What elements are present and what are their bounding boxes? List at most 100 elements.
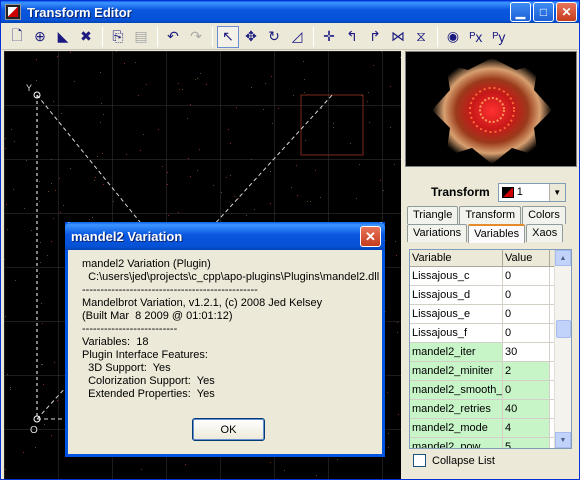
tab-xaos[interactable]: Xaos [526,224,564,242]
rotate-left-icon[interactable]: ↰ [341,26,363,48]
noise-dot [55,190,56,191]
tab-colors[interactable]: Colors [522,206,566,224]
variable-value[interactable]: 5 [503,438,550,448]
noise-dot [54,362,55,363]
noise-dot [297,195,298,196]
noise-dot [398,414,399,415]
transform-select[interactable]: 1 ▼ [497,182,566,202]
rotate-icon[interactable]: ↻ [263,26,285,48]
dialog-title-bar[interactable]: mandel2 Variation ✕ [65,222,385,250]
center-icon[interactable]: ✛ [318,26,340,48]
variable-value[interactable]: 0 [503,267,550,285]
noise-dot [39,181,40,182]
transform-swatch-icon [501,186,514,198]
noise-dot [53,218,54,219]
minimize-button[interactable]: ▁ [510,2,531,22]
noise-dot [293,95,294,96]
table-row[interactable]: Lissajous_f 0 [410,324,571,343]
table-row[interactable]: mandel2_retries 40 [410,400,571,419]
noise-dot [228,129,229,130]
collapse-list-checkbox[interactable] [413,454,426,467]
scroll-down-icon[interactable]: ▼ [555,432,571,448]
close-button[interactable]: ✕ [556,2,577,22]
table-row[interactable]: Lissajous_e 0 [410,305,571,324]
table-row[interactable]: mandel2_miniter 2 [410,362,571,381]
tab-variations[interactable]: Variations [407,224,468,242]
noise-dot [179,89,180,90]
noise-dot [390,86,391,87]
scroll-up-icon[interactable]: ▲ [555,250,571,266]
noise-dot [368,92,369,93]
tab-triangle[interactable]: Triangle [407,206,459,224]
select-arrow-icon[interactable]: ↖ [217,25,239,48]
noise-dot [271,76,272,77]
scale-icon[interactable]: ◿ [286,26,308,48]
variable-name: mandel2_pow [410,438,503,448]
table-row[interactable]: Lissajous_d 0 [410,286,571,305]
copy-icon[interactable]: ⎘ [107,26,129,48]
flip-horizontal-icon[interactable]: ⋈ [387,26,409,48]
noise-dot [143,134,144,135]
noise-dot [263,109,264,110]
table-row[interactable]: mandel2_iter 30 [410,343,571,362]
variable-value[interactable]: 0 [503,286,550,304]
variable-name: mandel2_iter [410,343,503,361]
variables-grid[interactable]: Variable Value Lissajous_c 0 Lissajous_d 0 L… [409,249,572,449]
move-icon[interactable]: ✥ [240,26,262,48]
header-variable[interactable]: Variable [410,250,503,266]
maximize-button[interactable]: □ [533,2,554,22]
noise-dot [41,364,42,365]
noise-dot [291,187,292,188]
dialog-close-button[interactable]: ✕ [360,226,381,247]
variable-value[interactable]: 0 [503,305,550,323]
table-row[interactable]: mandel2_pow 5 [410,438,571,448]
noise-dot [167,172,168,173]
variable-value[interactable]: 40 [503,400,550,418]
delete-transform-icon[interactable]: ✖ [75,26,97,48]
noise-dot [47,255,48,256]
grid-header: Variable Value [410,250,571,267]
variable-value[interactable]: 4 [503,419,550,437]
redo-icon[interactable]: ↷ [185,26,207,48]
dialog-line: Colorization Support: Yes [82,375,215,387]
new-document-icon[interactable]: 🗋 [6,26,28,48]
grid-scrollbar[interactable]: ▲ ▼ [554,250,571,448]
table-row[interactable]: Lissajous_c 0 [410,267,571,286]
noise-dot [89,219,90,220]
noise-dot [15,280,16,281]
scroll-thumb[interactable] [556,320,571,338]
variable-value[interactable]: 0 [503,324,550,342]
flip-vertical-icon[interactable]: ⧖ [410,26,432,48]
rotate-right-icon[interactable]: ↱ [364,26,386,48]
window-controls: ▁ □ ✕ [510,2,577,22]
close-icon: ✕ [561,5,572,19]
tab-variables[interactable]: Variables [468,224,526,243]
table-row[interactable]: mandel2_smooth_it 0 [410,381,571,400]
table-row[interactable]: mandel2_mode 4 [410,419,571,438]
undo-icon[interactable]: ↶ [162,26,184,48]
title-bar[interactable]: Transform Editor ▁ □ ✕ [1,1,579,23]
close-icon: ✕ [365,228,376,244]
noise-dot [5,469,6,470]
add-transform-icon[interactable]: ⊕ [29,26,51,48]
post-transform-y-icon[interactable]: ᴾy [488,26,510,48]
tab-transform[interactable]: Transform [459,206,522,224]
noise-dot [187,118,188,119]
noise-dot [304,79,305,80]
variable-value[interactable]: 30 [503,343,550,361]
noise-dot [387,392,388,393]
noise-dot [158,129,159,130]
noise-dot [320,197,321,198]
chevron-down-icon[interactable]: ▼ [548,183,565,201]
variable-value[interactable]: 2 [503,362,550,380]
duplicate-transform-icon[interactable]: ◣ [52,26,74,48]
header-value[interactable]: Value [503,250,550,266]
noise-dot [182,89,183,90]
post-transform-x-icon[interactable]: ᴾx [465,26,487,48]
noise-dot [41,303,42,304]
paste-icon[interactable]: ▤ [130,26,152,48]
preview-eye-icon[interactable]: ◉ [442,26,464,48]
ok-button[interactable]: OK [192,418,265,441]
collapse-list-option[interactable]: Collapse List [413,454,495,467]
variable-value[interactable]: 0 [503,381,550,399]
